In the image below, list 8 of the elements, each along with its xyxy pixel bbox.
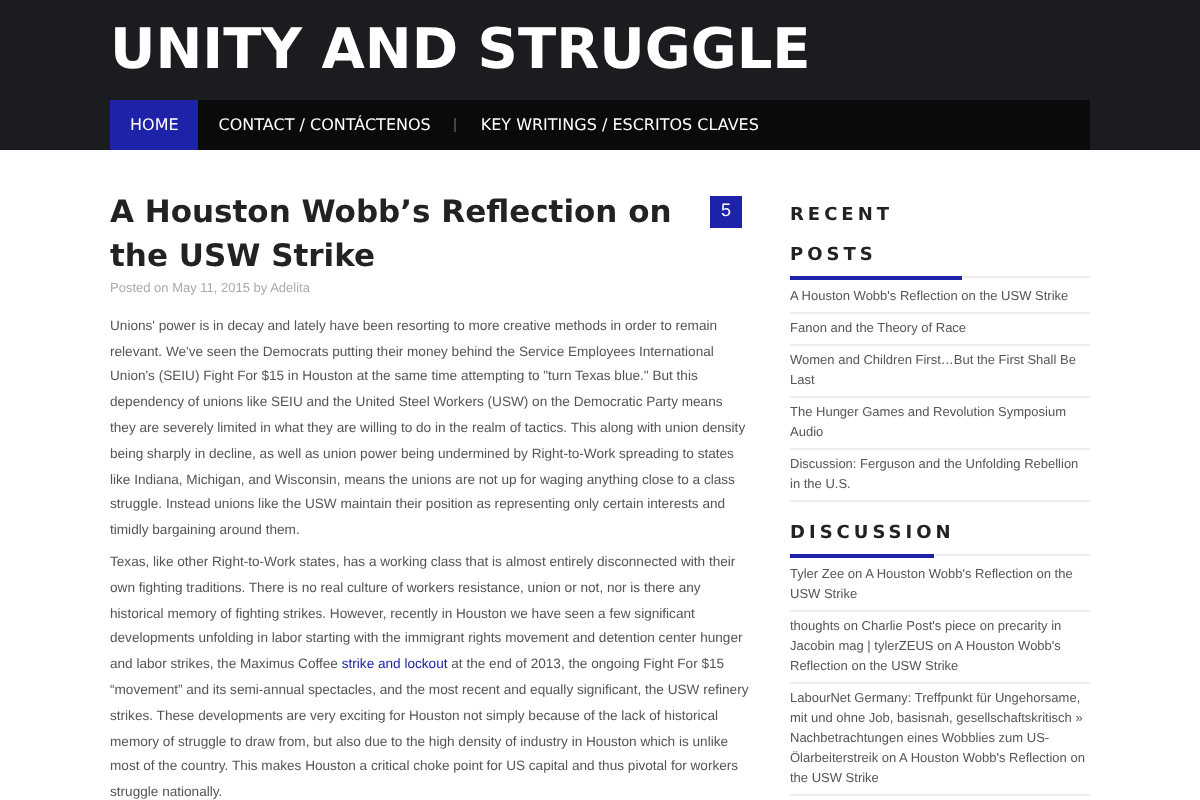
nav-tab[interactable]: CONTACT / CONTÁCTENOS xyxy=(198,100,451,150)
nav-tab[interactable]: KEY WRITINGS / ESCRITOS CLAVES xyxy=(460,100,779,150)
nav-tab[interactable]: HOME xyxy=(110,100,199,150)
comment-count-badge[interactable]: 5 xyxy=(710,196,742,228)
article-title: A Houston Wobb’s Reflection on the USW Strike xyxy=(110,192,674,278)
widget-heading: DISCUSSION xyxy=(790,522,957,548)
site-title[interactable]: UNITY AND STRUGGLE xyxy=(110,16,1090,100)
widget-heading: RECENT POSTS xyxy=(790,204,896,270)
